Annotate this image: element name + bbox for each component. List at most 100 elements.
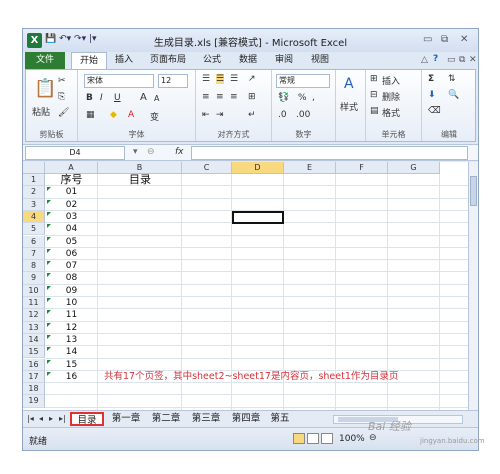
row-header-6[interactable]: 6 — [23, 235, 45, 248]
currency-icon[interactable]: 💱 — [278, 93, 289, 103]
merge-center-icon[interactable]: ⊞ — [248, 92, 256, 102]
column-header-g[interactable]: G — [388, 162, 440, 174]
row-header-2[interactable]: 2 — [23, 186, 45, 199]
row-header-19[interactable]: 19 — [23, 395, 45, 408]
cell-a-value[interactable]: 01 — [45, 186, 98, 198]
doc-close-icon[interactable]: ✕ — [469, 55, 477, 65]
insert-cells-icon[interactable]: ⊞ — [370, 74, 378, 84]
name-box[interactable]: D4 — [25, 146, 125, 160]
row-header-11[interactable]: 11 — [23, 297, 45, 310]
cell-a-value[interactable]: 15 — [45, 359, 98, 371]
cell-a-value[interactable]: 05 — [45, 236, 98, 248]
row-header-16[interactable]: 16 — [23, 358, 45, 371]
row-header-1[interactable]: 1 — [23, 174, 45, 187]
font-size-select[interactable]: 12 — [158, 74, 188, 88]
delete-cells-label[interactable]: 删除 — [382, 90, 400, 103]
normal-view-button[interactable] — [293, 433, 305, 444]
cell-a1-header[interactable]: 序号 — [45, 173, 98, 186]
bold-button[interactable]: B — [86, 93, 93, 103]
row-header-14[interactable]: 14 — [23, 333, 45, 347]
restore-button[interactable]: ⧉ — [441, 34, 448, 45]
autosum-button[interactable]: Σ — [428, 74, 434, 84]
sheet-tab-chapter-3[interactable]: 第三章 — [187, 412, 225, 426]
name-box-dropdown-icon[interactable]: ▾ — [133, 147, 138, 157]
sheet-tab-chapter-4[interactable]: 第四章 — [227, 412, 265, 426]
cell-a-value[interactable]: 02 — [45, 199, 98, 211]
fill-color-icon[interactable]: ◆ — [110, 110, 117, 120]
align-right-icon[interactable]: ≡ — [230, 92, 238, 102]
border-icon[interactable]: ▦ — [86, 110, 95, 120]
zoom-level[interactable]: 100% — [339, 434, 365, 444]
column-header-e[interactable]: E — [284, 162, 336, 174]
styles-label[interactable]: 样式 — [340, 100, 358, 113]
grow-font-button[interactable]: A — [140, 92, 147, 103]
insert-function-button[interactable]: fx — [175, 147, 184, 157]
align-middle-icon[interactable]: ☰ — [216, 74, 225, 84]
format-cells-icon[interactable]: ▤ — [370, 106, 379, 116]
cell-a-value[interactable]: 03 — [45, 211, 98, 223]
page-layout-view-button[interactable] — [307, 433, 319, 444]
tab-file[interactable]: 文件 — [25, 52, 65, 69]
increase-indent-icon[interactable]: ⇥ — [216, 110, 224, 120]
row-header-5[interactable]: 5 — [23, 223, 45, 236]
page-break-view-button[interactable] — [321, 433, 333, 444]
row-header-9[interactable]: 9 — [23, 272, 45, 285]
styles-icon[interactable]: A — [344, 76, 354, 92]
cell-a-value[interactable]: 14 — [45, 346, 98, 358]
worksheet-grid[interactable]: A B C D E F G 1 2 3 4 5 6 7 8 9 10 11 12 13 14 15 16 17 18 19 序号 目录… — [23, 162, 471, 410]
help-icon[interactable]: ? — [433, 54, 438, 64]
formula-input[interactable] — [191, 146, 468, 160]
tab-insert[interactable]: 插入 — [109, 52, 139, 69]
tab-view[interactable]: 视图 — [305, 52, 335, 69]
sheet-tab-chapter-2[interactable]: 第二章 — [147, 412, 185, 426]
italic-button[interactable]: I — [100, 93, 103, 103]
comma-button[interactable]: , — [312, 93, 315, 103]
doc-minimize-icon[interactable]: ▭ — [447, 55, 456, 65]
column-header-f[interactable]: F — [336, 162, 388, 174]
tab-review[interactable]: 审阅 — [269, 52, 299, 69]
last-sheet-icon[interactable]: ▸| — [59, 414, 66, 423]
row-header-7[interactable]: 7 — [23, 247, 45, 261]
row-header-17[interactable]: 17 — [23, 370, 45, 384]
formula-options-icon[interactable]: ⊖ — [147, 147, 155, 157]
row-header-18[interactable]: 18 — [23, 383, 45, 396]
tab-formulas[interactable]: 公式 — [197, 52, 227, 69]
cut-icon[interactable]: ✂ — [58, 76, 66, 86]
cell-a-value[interactable]: 12 — [45, 322, 98, 334]
cell-a-value[interactable]: 13 — [45, 334, 98, 346]
cell-a-value[interactable]: 10 — [45, 297, 98, 309]
tab-home[interactable]: 开始 — [71, 52, 107, 69]
cell-b1-header[interactable]: 目录 — [98, 173, 182, 186]
sort-filter-icon[interactable]: ⇅ — [448, 74, 456, 84]
select-all-corner[interactable] — [23, 162, 45, 174]
row-header-8[interactable]: 8 — [23, 260, 45, 273]
percent-button[interactable]: % — [298, 93, 307, 103]
column-header-c[interactable]: C — [182, 162, 232, 174]
decrease-indent-icon[interactable]: ⇤ — [202, 110, 210, 120]
ribbon-collapse-icon[interactable]: △ — [421, 55, 428, 65]
vertical-scrollbar[interactable] — [468, 162, 478, 410]
decrease-decimal-icon[interactable]: .00 — [296, 110, 310, 120]
minimize-button[interactable]: ▭ — [423, 34, 432, 45]
cell-a-value[interactable]: 11 — [45, 309, 98, 321]
shrink-font-button[interactable]: A — [154, 94, 159, 103]
row-header-13[interactable]: 13 — [23, 321, 45, 334]
first-sheet-icon[interactable]: |◂ — [27, 414, 34, 423]
paste-icon[interactable]: 📋 — [34, 78, 56, 99]
active-cell-d4[interactable] — [232, 210, 284, 225]
format-painter-icon[interactable]: 🖌 — [58, 108, 69, 118]
delete-cells-icon[interactable]: ⊟ — [370, 90, 378, 100]
cell-a-value[interactable]: 06 — [45, 248, 98, 260]
vertical-scroll-thumb[interactable] — [470, 176, 477, 206]
wrap-text-icon[interactable]: ↵ — [248, 110, 256, 120]
paste-label[interactable]: 粘贴 — [32, 105, 50, 118]
cell-a-value[interactable]: 07 — [45, 260, 98, 272]
row-header-15[interactable]: 15 — [23, 346, 45, 359]
find-select-icon[interactable]: 🔍 — [448, 90, 459, 100]
fill-icon[interactable]: ⬇ — [428, 90, 436, 100]
increase-decimal-icon[interactable]: .0 — [278, 110, 287, 120]
font-color-icon[interactable]: A — [128, 110, 134, 120]
close-button[interactable]: ✕ — [460, 34, 468, 45]
cell-a-value[interactable]: 09 — [45, 285, 98, 297]
doc-restore-icon[interactable]: ⧉ — [459, 55, 465, 65]
